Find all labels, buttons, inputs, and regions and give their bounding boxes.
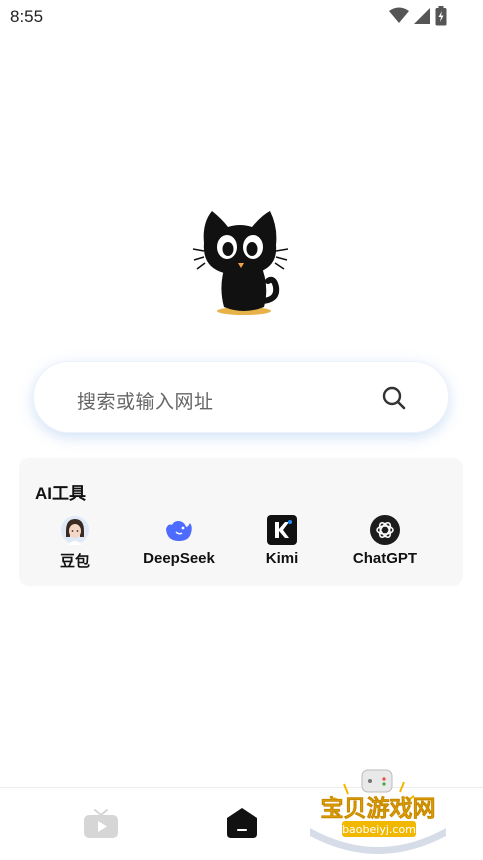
video-icon[interactable] [83,809,119,839]
status-time: 8:55 [10,7,44,26]
ai-tool-kimi[interactable]: Kimi [232,515,332,567]
svg-text:宝贝游戏网: 宝贝游戏网 [321,795,436,822]
doubao-avatar-icon [61,516,89,545]
home-icon[interactable] [226,807,258,839]
ai-tool-deepseek[interactable]: DeepSeek [129,515,229,567]
wifi-icon [389,7,409,23]
ai-tool-doubao[interactable]: 豆包 [25,515,125,571]
chatgpt-logo-icon [370,515,400,545]
ai-tool-label: Kimi [265,550,299,567]
ai-tool-label: 豆包 [59,553,90,570]
search-icon[interactable] [382,386,406,410]
black-cat-mascot-icon [192,211,289,315]
ai-tools-title: AI工具 [35,484,86,503]
status-bar: 8:55 [0,0,483,32]
deepseek-whale-icon [166,521,192,541]
status-icons [389,6,447,26]
search-placeholder: 搜索或输入网址 [77,392,214,413]
ai-tool-label: DeepSeek [143,550,215,567]
signal-icon [414,8,430,24]
ai-tools-card: AI工具 豆包 DeepSeek Kimi ChatGPT [19,458,463,586]
baobei-watermark-logo-icon: 宝贝游戏网 baobeiyj.com [310,769,446,854]
ai-tool-chatgpt[interactable]: ChatGPT [335,515,435,567]
svg-text:baobeiyj.com: baobeiyj.com [342,823,416,836]
battery-icon [435,6,447,26]
search-input[interactable]: 搜索或输入网址 [33,361,449,433]
kimi-k-icon [267,515,297,545]
ai-tool-label: ChatGPT [352,550,418,567]
